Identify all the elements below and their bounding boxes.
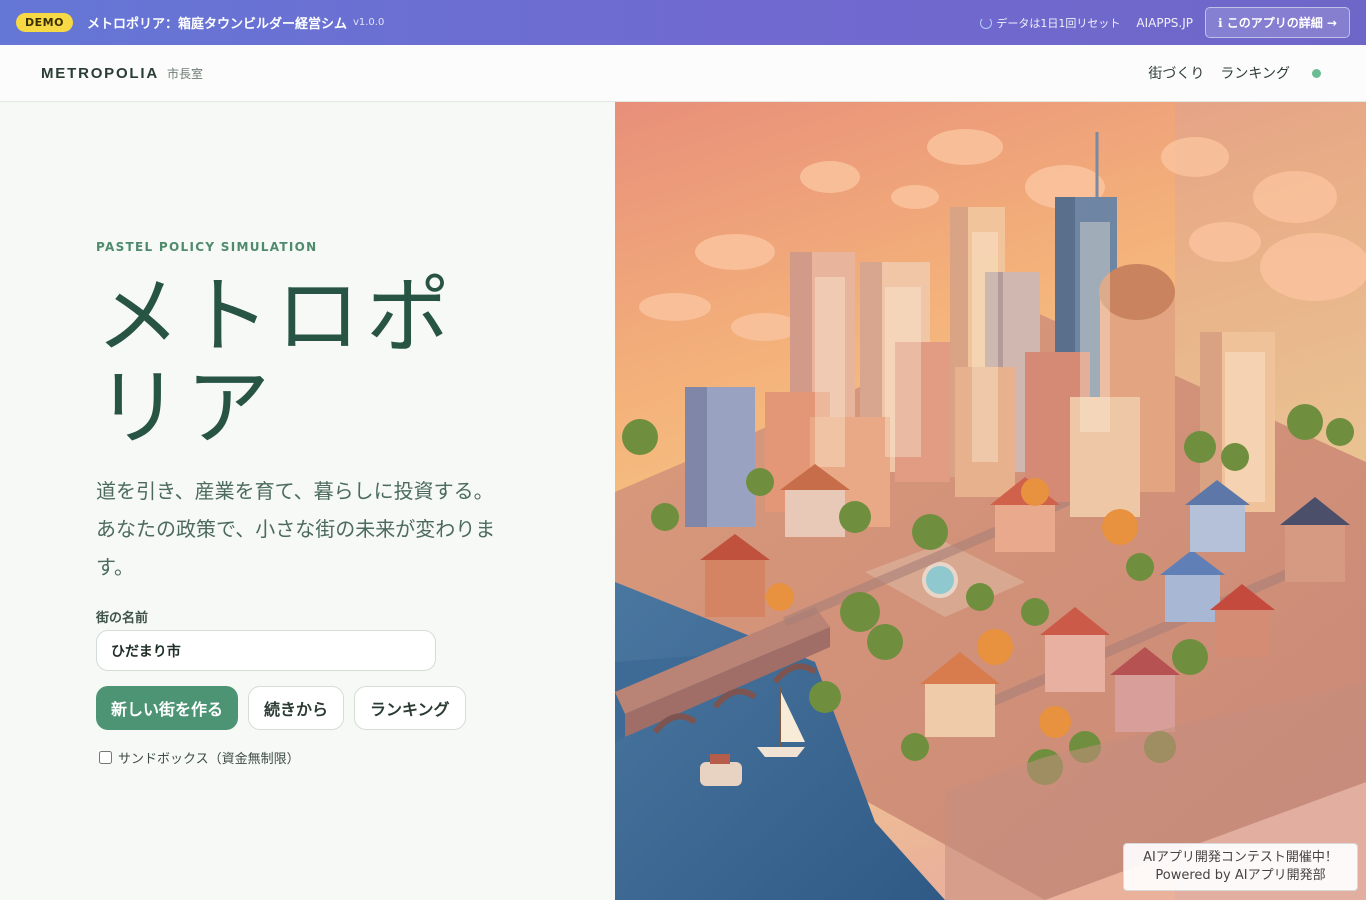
continue-button[interactable]: 続きから xyxy=(248,686,345,730)
sandbox-label: サンドボックス（資金無制限） xyxy=(118,752,300,767)
reset-note-text: データは1日1回リセット xyxy=(996,16,1121,30)
status-indicator xyxy=(1312,68,1321,78)
demo-badge: DEMO xyxy=(16,13,73,32)
app-logo-subtitle: 市長室 xyxy=(167,66,204,81)
app-logo[interactable]: METROPOLIA xyxy=(41,65,159,82)
sandbox-checkbox[interactable] xyxy=(99,751,112,764)
hero-lead: 道を引き、産業を育て、暮らしに投資する。あなたの政策で、小さな街の未来が変わりま… xyxy=(96,479,496,579)
hero-title: メトロポリア xyxy=(96,267,457,457)
reset-note: データは1日1回リセット xyxy=(980,15,1120,31)
nav-item-city-building[interactable]: 街づくり xyxy=(1148,63,1204,83)
nav-item-ranking[interactable]: ランキング xyxy=(1220,63,1290,83)
contest-line-2: Powered by AIアプリ開発部 xyxy=(1155,868,1326,883)
city-name-label: 街の名前 xyxy=(96,611,149,626)
sandbox-option[interactable]: サンドボックス（資金無制限） xyxy=(99,748,300,767)
demo-version: v1.0.0 xyxy=(352,17,385,28)
demo-app-title: メトロポリア：箱庭タウンビルダー経営シム xyxy=(86,17,347,32)
main-nav: 街づくり ランキング xyxy=(1148,63,1325,83)
hero-kicker: PASTEL POLICY SIMULATION xyxy=(96,240,318,254)
city-illustration-svg xyxy=(615,102,1366,900)
ranking-button[interactable]: ランキング xyxy=(354,686,466,730)
app-detail-button[interactable]: ℹ このアプリの詳細 → xyxy=(1205,7,1350,38)
demo-bar-right: データは1日1回リセット AIAPPS.JP ℹ このアプリの詳細 → xyxy=(980,7,1350,38)
contest-banner[interactable]: AIアプリ開発コンテスト開催中！ Powered by AIアプリ開発部 xyxy=(1123,843,1358,891)
app-header: METROPOLIA 市長室 街づくり ランキング xyxy=(0,45,1366,102)
new-city-button[interactable]: 新しい街を作る xyxy=(96,686,239,730)
city-illustration xyxy=(615,102,1366,900)
site-link[interactable]: AIAPPS.JP xyxy=(1136,16,1193,30)
refresh-icon xyxy=(980,16,993,29)
demo-bar: DEMO メトロポリア：箱庭タウンビルダー経営シム v1.0.0 データは1日1… xyxy=(0,0,1366,45)
city-name-input[interactable] xyxy=(96,630,436,671)
contest-line-1: AIアプリ開発コンテスト開催中！ xyxy=(1143,850,1338,865)
hero-actions: 新しい街を作る 続きから ランキング xyxy=(96,686,466,730)
